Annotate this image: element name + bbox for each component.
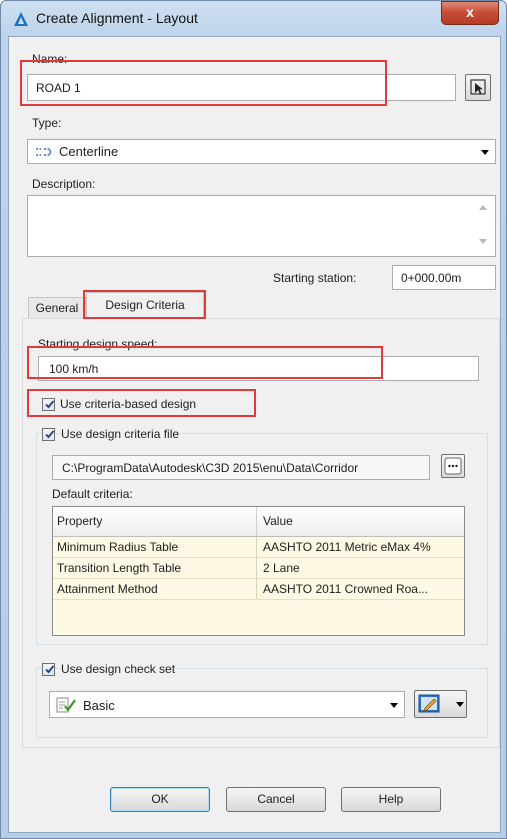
title-bar: Create Alignment - Layout x xyxy=(0,0,507,36)
tab-design-criteria[interactable]: Design Criteria xyxy=(86,292,204,319)
description-scrollbar[interactable] xyxy=(473,197,493,255)
type-label: Type: xyxy=(32,116,62,130)
edit-check-set-button[interactable] xyxy=(414,690,467,718)
edit-check-set-icon xyxy=(418,694,440,713)
ok-button[interactable]: OK xyxy=(110,787,210,812)
tab-general-label: General xyxy=(35,301,79,315)
check-set-dropdown[interactable]: Basic xyxy=(49,691,405,718)
autocad-civil-logo-icon xyxy=(14,12,28,26)
close-button[interactable]: x xyxy=(441,1,499,25)
help-button[interactable]: Help xyxy=(341,787,441,812)
design-speed-label: Starting design speed: xyxy=(38,337,158,351)
tab-general[interactable]: General xyxy=(28,297,86,318)
table-row[interactable]: Attainment Method AASHTO 2011 Crowned Ro… xyxy=(53,578,464,600)
use-criteria-label: Use criteria-based design xyxy=(60,397,197,411)
description-label: Description: xyxy=(32,177,96,191)
property-cell: Minimum Radius Table xyxy=(53,536,257,558)
value-cell[interactable]: 2 Lane xyxy=(256,557,464,579)
property-cell: Transition Length Table xyxy=(53,557,257,579)
table-row[interactable]: Transition Length Table 2 Lane xyxy=(53,557,464,579)
checkmark-icon xyxy=(45,430,55,439)
scroll-up-icon xyxy=(479,205,487,210)
use-file-checkbox[interactable] xyxy=(42,428,55,441)
name-input[interactable]: ROAD 1 xyxy=(27,74,456,101)
property-cell: Attainment Method xyxy=(53,578,257,600)
starting-station-input[interactable]: 0+000.00m xyxy=(392,265,496,290)
pick-from-drawing-icon xyxy=(470,79,486,95)
chevron-down-icon xyxy=(481,149,489,155)
checkmark-icon xyxy=(45,400,55,409)
use-criteria-checkbox[interactable] xyxy=(42,398,55,411)
criteria-grid: Property Value Minimum Radius Table AASH… xyxy=(52,506,465,636)
description-input[interactable] xyxy=(27,195,496,257)
default-criteria-label: Default criteria: xyxy=(52,487,133,501)
checkmark-icon xyxy=(45,665,55,674)
use-check-set-label: Use design check set xyxy=(61,662,179,676)
scroll-down-icon xyxy=(479,239,487,244)
browse-file-button[interactable] xyxy=(441,454,465,478)
use-file-label: Use design criteria file xyxy=(61,427,183,441)
type-value: Centerline xyxy=(59,144,119,159)
column-header-property[interactable]: Property xyxy=(53,507,257,537)
value-cell[interactable]: AASHTO 2011 Metric eMax 4% xyxy=(256,536,464,558)
chevron-down-icon xyxy=(390,702,398,708)
criteria-file-path[interactable]: C:\ProgramData\Autodesk\C3D 2015\enu\Dat… xyxy=(52,455,430,480)
cancel-button[interactable]: Cancel xyxy=(226,787,326,812)
starting-station-label: Starting station: xyxy=(273,271,357,285)
column-header-value[interactable]: Value xyxy=(256,507,464,537)
centerline-icon xyxy=(36,148,52,156)
chevron-down-icon xyxy=(456,702,464,707)
pick-name-button[interactable] xyxy=(465,74,491,101)
name-label: Name: xyxy=(32,52,68,66)
design-speed-input[interactable]: 100 km/h xyxy=(38,356,479,381)
use-check-set-checkbox[interactable] xyxy=(42,663,55,676)
type-dropdown[interactable]: Centerline xyxy=(27,139,496,164)
window-title: Create Alignment - Layout xyxy=(36,10,198,26)
value-cell[interactable]: AASHTO 2011 Crowned Roa... xyxy=(256,578,464,600)
check-set-value: Basic xyxy=(83,698,115,713)
ellipsis-icon xyxy=(444,457,462,475)
check-set-icon xyxy=(56,697,76,713)
close-icon: x xyxy=(466,4,474,20)
tab-design-criteria-label: Design Criteria xyxy=(105,298,185,312)
table-row[interactable]: Minimum Radius Table AASHTO 2011 Metric … xyxy=(53,536,464,558)
